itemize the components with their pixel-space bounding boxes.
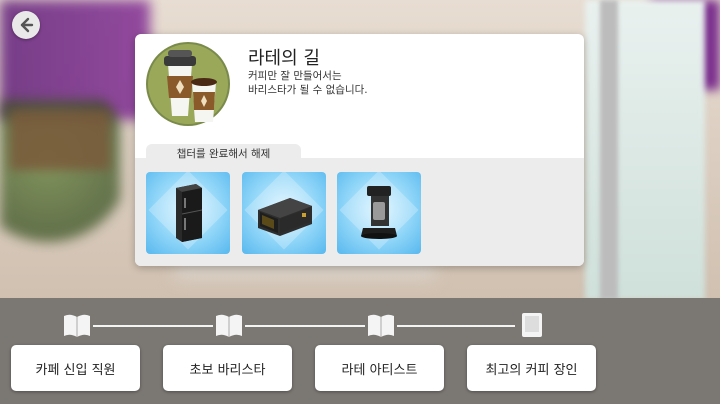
reward-microwave[interactable] bbox=[242, 172, 326, 254]
open-book-icon bbox=[366, 311, 396, 339]
coffee-cups-icon bbox=[146, 42, 230, 126]
back-button[interactable] bbox=[12, 11, 40, 39]
coffee-maker-icon bbox=[361, 186, 397, 239]
level-button-1[interactable]: 카페 신입 직원 bbox=[11, 345, 140, 391]
level-button-4[interactable]: 최고의 커피 장인 bbox=[467, 345, 596, 391]
microwave-icon bbox=[258, 198, 312, 236]
level-button-2[interactable]: 초보 바리스타 bbox=[163, 345, 292, 391]
reward-coffee-maker[interactable] bbox=[337, 172, 421, 254]
level-button-3[interactable]: 라테 아티스트 bbox=[315, 345, 444, 391]
unlock-label: 챕터를 완료해서 해제 bbox=[146, 144, 301, 162]
aspiration-description: 커피만 잘 만들어서는 바리스타가 될 수 없습니다. bbox=[248, 70, 368, 96]
progress-connector bbox=[93, 325, 213, 327]
level-progression-bar: 카페 신입 직원 초보 바리스타 라테 아티스트 최고의 커피 장인 bbox=[0, 298, 720, 404]
progress-connector bbox=[397, 325, 515, 327]
progress-connector bbox=[245, 325, 365, 327]
reward-refrigerator[interactable] bbox=[146, 172, 230, 254]
aspiration-title: 라테의 길 bbox=[248, 48, 320, 69]
refrigerator-icon bbox=[176, 184, 203, 242]
arrow-left-icon bbox=[20, 17, 34, 33]
open-book-icon bbox=[214, 311, 244, 339]
aspiration-card: 라테의 길 커피만 잘 만들어서는 바리스타가 될 수 없습니다. 챕터를 완료… bbox=[135, 34, 584, 266]
open-book-icon bbox=[62, 311, 92, 339]
closed-book-icon bbox=[517, 311, 547, 339]
